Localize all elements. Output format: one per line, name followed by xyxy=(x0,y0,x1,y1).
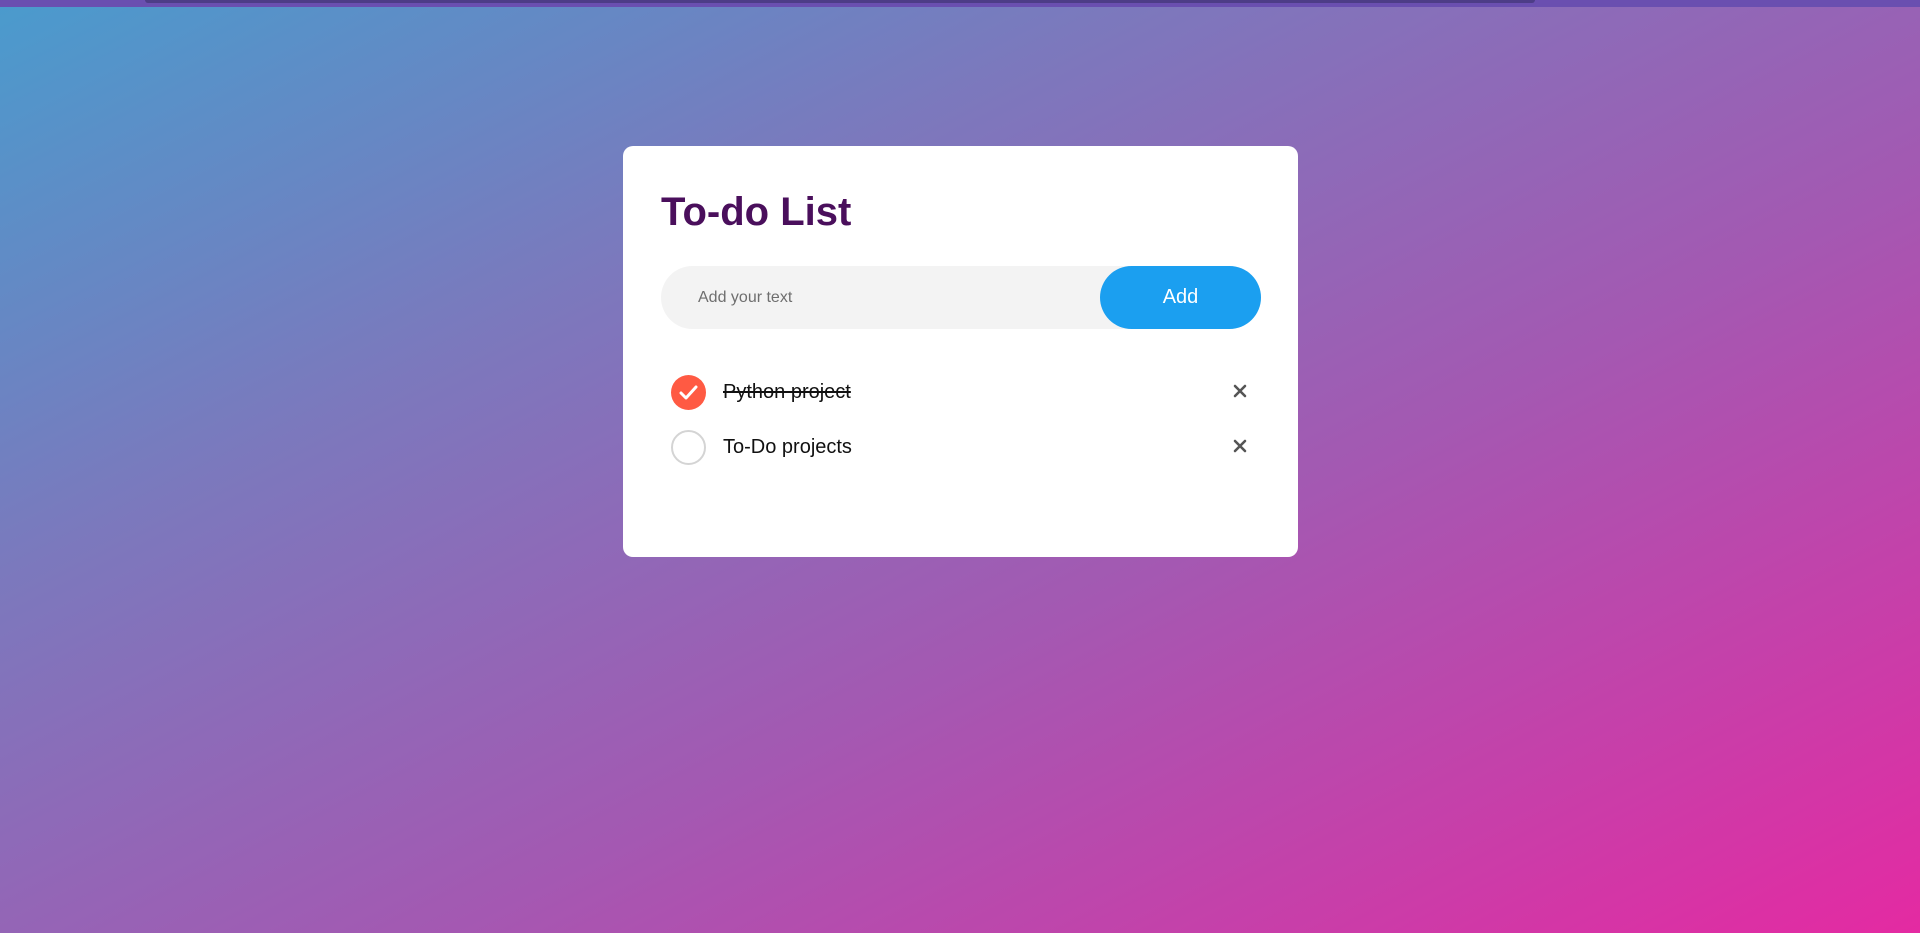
todo-card: To-do List Add Python project To-Do proj… xyxy=(623,146,1298,557)
add-button[interactable]: Add xyxy=(1100,266,1261,329)
close-icon[interactable] xyxy=(1229,380,1251,402)
unchecked-circle-icon[interactable] xyxy=(671,430,706,465)
checked-circle-icon[interactable] xyxy=(671,375,706,410)
todo-item[interactable]: Python project xyxy=(661,366,1261,421)
close-icon[interactable] xyxy=(1229,435,1251,457)
todo-input-row: Add xyxy=(661,266,1261,329)
todo-item[interactable]: To-Do projects xyxy=(661,421,1261,476)
checkmark-icon xyxy=(679,385,698,400)
browser-tab-edge xyxy=(145,0,1535,3)
todo-list: Python project To-Do projects xyxy=(661,366,1261,476)
browser-top-strip xyxy=(0,0,1920,7)
todo-text-input[interactable] xyxy=(661,266,1091,329)
todo-item-label: Python project xyxy=(723,381,851,403)
todo-item-label: To-Do projects xyxy=(723,436,852,458)
page-title: To-do List xyxy=(661,190,852,234)
